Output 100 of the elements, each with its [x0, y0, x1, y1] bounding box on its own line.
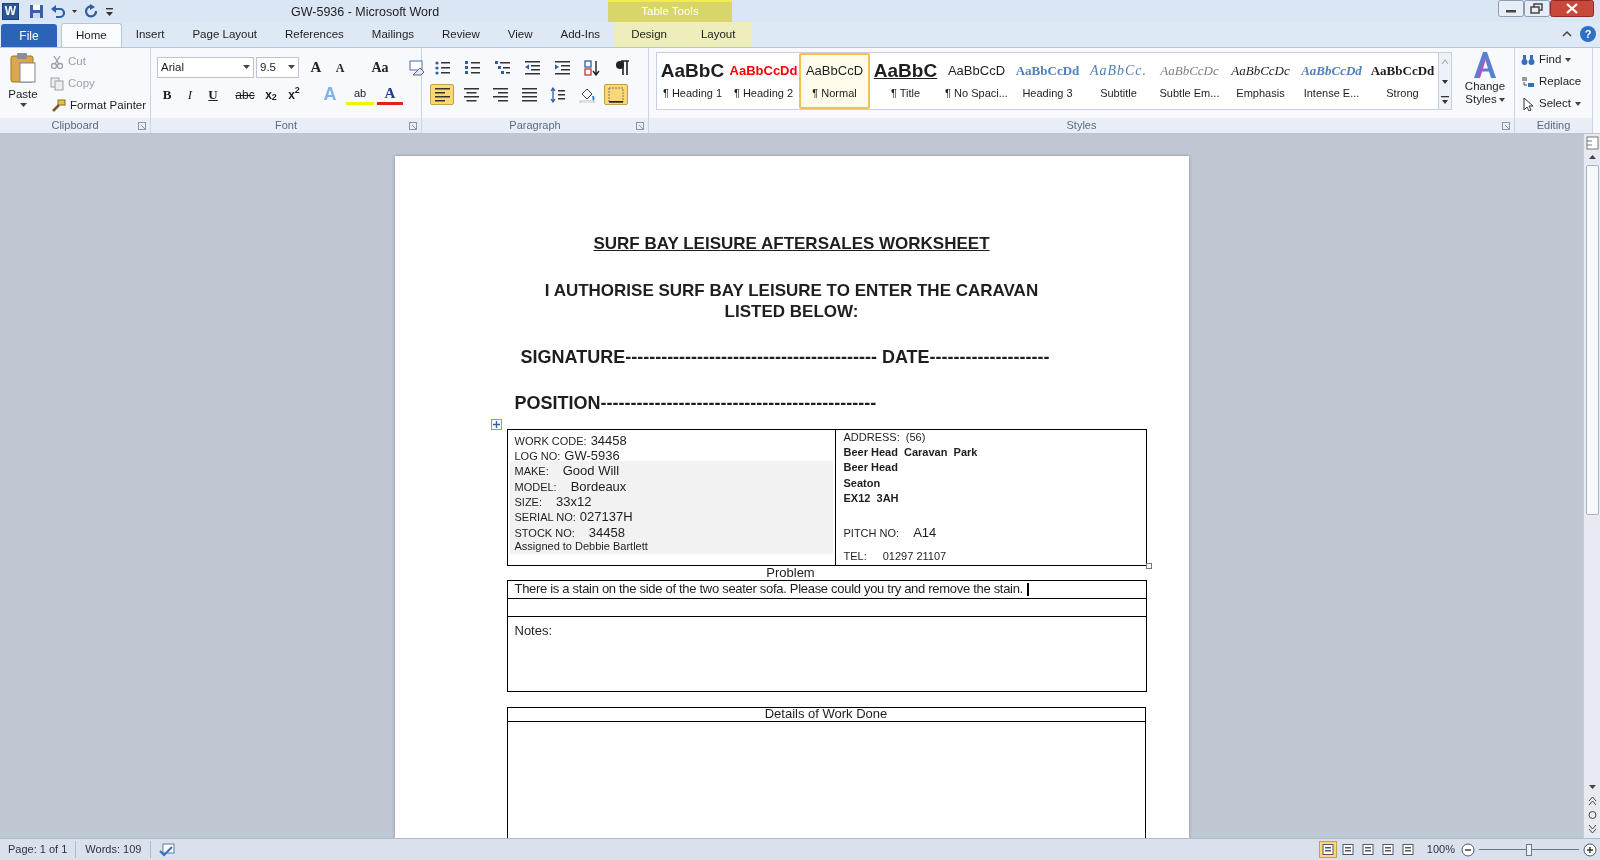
draft-icon	[1401, 844, 1414, 855]
dialog-launcher-icon[interactable]	[138, 122, 146, 130]
align-left-icon	[434, 86, 450, 103]
highlight-button[interactable]: ab	[346, 84, 374, 105]
ribbon-tab[interactable]: Mailings	[357, 23, 429, 47]
word-count[interactable]: Words: 109	[76, 841, 152, 858]
address-line: Seaton	[843, 475, 882, 491]
ribbon-tab[interactable]: Page Layout	[178, 23, 272, 47]
close-icon[interactable]	[1550, 0, 1594, 17]
ribbon-tab[interactable]: Insert	[121, 23, 179, 47]
numbering-icon	[464, 59, 480, 76]
browse-object-icon[interactable]	[1585, 808, 1599, 822]
binoculars-icon	[1521, 54, 1535, 66]
ribbon-tab[interactable]: Review	[428, 23, 494, 47]
field-value: (56)	[905, 429, 926, 445]
superscript-button[interactable]: x$^{2}$	[284, 84, 304, 105]
change-styles-button[interactable]: Change Styles	[1461, 50, 1509, 118]
caret-icon	[1574, 102, 1581, 106]
ribbon-tab[interactable]: References	[271, 23, 358, 47]
select-button[interactable]: Select	[1521, 95, 1582, 113]
subscript-button[interactable]: x$_{2}$	[261, 84, 281, 105]
problem-text: There is a stain on the side of the two seater sofa. Please could you try and remove the stain.	[514, 580, 1023, 599]
italic-button[interactable]: I	[180, 84, 200, 105]
minimize-icon[interactable]	[1498, 0, 1524, 17]
assigned-text: Assigned to Debbie Bartlett	[514, 539, 648, 554]
font-color-button[interactable]: A	[377, 84, 403, 105]
zoom-level[interactable]: 100%	[1426, 841, 1455, 858]
dialog-launcher-icon[interactable]	[636, 122, 644, 130]
field-label: SERIAL NO:	[514, 510, 576, 526]
help-button[interactable]: ?	[1580, 26, 1596, 42]
zoom-slider-thumb[interactable]	[1526, 843, 1532, 856]
change-case-button[interactable]: Aa	[363, 57, 397, 78]
word-logo[interactable]: W	[2, 2, 19, 20]
restore-icon[interactable]	[1524, 0, 1550, 17]
table-resize-handle[interactable]	[1145, 562, 1152, 569]
view-button[interactable]	[1318, 841, 1337, 858]
font-size-field[interactable]: 9.5	[256, 57, 299, 78]
style-gallery-item[interactable]: AaBbCcD ¶ Normal	[799, 53, 870, 109]
proofing-icon[interactable]	[159, 842, 178, 857]
redo-icon[interactable]	[84, 3, 99, 19]
table-move-handle-icon[interactable]	[490, 418, 502, 430]
zoom-in-icon[interactable]	[1583, 842, 1597, 857]
ribbon-tab[interactable]: Home	[61, 23, 122, 47]
contextual-group-label: Table Tools	[641, 4, 699, 20]
strikethrough-button[interactable]: abc	[232, 84, 258, 105]
zoom-slider[interactable]	[1479, 842, 1579, 857]
ribbon-tab[interactable]: Design	[614, 22, 684, 47]
print-layout-icon	[1321, 844, 1334, 855]
borders-icon	[608, 86, 624, 103]
multilevel-list-icon	[494, 59, 510, 76]
dialog-launcher-icon[interactable]	[409, 122, 417, 130]
style-gallery-item[interactable]: AaBbC ¶ Title	[870, 53, 941, 109]
signature-line: SIGNATURE------------------------------------------ DATE--------------------	[520, 345, 1051, 369]
shrink-font-button[interactable]: A	[329, 57, 351, 78]
collapse-ribbon-icon[interactable]	[1562, 29, 1572, 39]
bullets-icon	[434, 59, 450, 76]
paintbrush-icon	[50, 99, 66, 113]
save-icon[interactable]	[29, 3, 44, 19]
ribbon-tab[interactable]: View	[493, 23, 547, 47]
bold-button[interactable]: B	[157, 84, 177, 105]
style-gallery-item[interactable]: AaBbCcDd Heading 3	[1012, 53, 1083, 109]
group-label: Font	[275, 118, 297, 134]
window-title: GW-5936 - Microsoft Word	[291, 4, 440, 21]
ribbon-tab[interactable]: File	[1, 24, 57, 47]
reading-view-icon	[1341, 844, 1354, 855]
align-left-button[interactable]	[430, 84, 454, 105]
replace-button[interactable]: Replace	[1521, 73, 1582, 91]
style-gallery-item[interactable]: AaBbCc. Subtitle	[1083, 53, 1154, 109]
underline-button[interactable]: U	[203, 84, 223, 105]
document-heading: SURF BAY LEISURE AFTERSALES WORKSHEET	[592, 233, 991, 255]
copy-icon	[50, 77, 64, 91]
caret-icon	[288, 65, 295, 70]
style-gallery-item[interactable]: AaBbCcD ¶ No Spaci...	[941, 53, 1012, 109]
justify-icon	[521, 86, 537, 103]
style-gallery-item[interactable]: AaBbCcDd Intense E...	[1296, 53, 1367, 109]
scroll-thumb[interactable]	[1585, 165, 1599, 515]
style-gallery-item[interactable]: AaBbCcDd Strong	[1367, 53, 1438, 109]
ribbon-tab[interactable]: Add-Ins	[546, 23, 615, 47]
page-count[interactable]: Page: 1 of 1	[0, 841, 77, 858]
paste-button[interactable]: Paste	[4, 48, 42, 118]
group-label: Styles	[1066, 118, 1097, 134]
find-button[interactable]: Find	[1521, 51, 1582, 69]
field-label: WORK CODE:	[514, 433, 587, 449]
group-label: Paragraph	[509, 118, 561, 134]
ribbon-tab[interactable]: Layout	[683, 22, 753, 47]
borders-button[interactable]	[604, 84, 628, 105]
style-gallery-item[interactable]: AaBbCcDc Subtle Em...	[1154, 53, 1225, 109]
address-line: Beer Head Caravan Park	[843, 444, 979, 460]
grow-font-button[interactable]: A	[305, 57, 327, 78]
painter-button[interactable]: Format Painter	[50, 97, 147, 115]
web-layout-icon	[1361, 844, 1374, 855]
dialog-launcher-icon[interactable]	[1502, 122, 1510, 130]
style-gallery-item[interactable]: AaBbCcDc Emphasis	[1225, 53, 1296, 109]
style-gallery-item[interactable]: AaBbC ¶ Heading 1	[657, 53, 728, 109]
undo-icon[interactable]	[50, 3, 65, 19]
zoom-out-icon[interactable]	[1461, 842, 1475, 857]
group-label: Editing	[1536, 118, 1571, 134]
style-gallery-item[interactable]: AaBbCcDd ¶ Heading 2	[728, 53, 799, 109]
font-name-field[interactable]: Arial	[157, 57, 254, 78]
paint-bucket-icon	[579, 86, 595, 103]
